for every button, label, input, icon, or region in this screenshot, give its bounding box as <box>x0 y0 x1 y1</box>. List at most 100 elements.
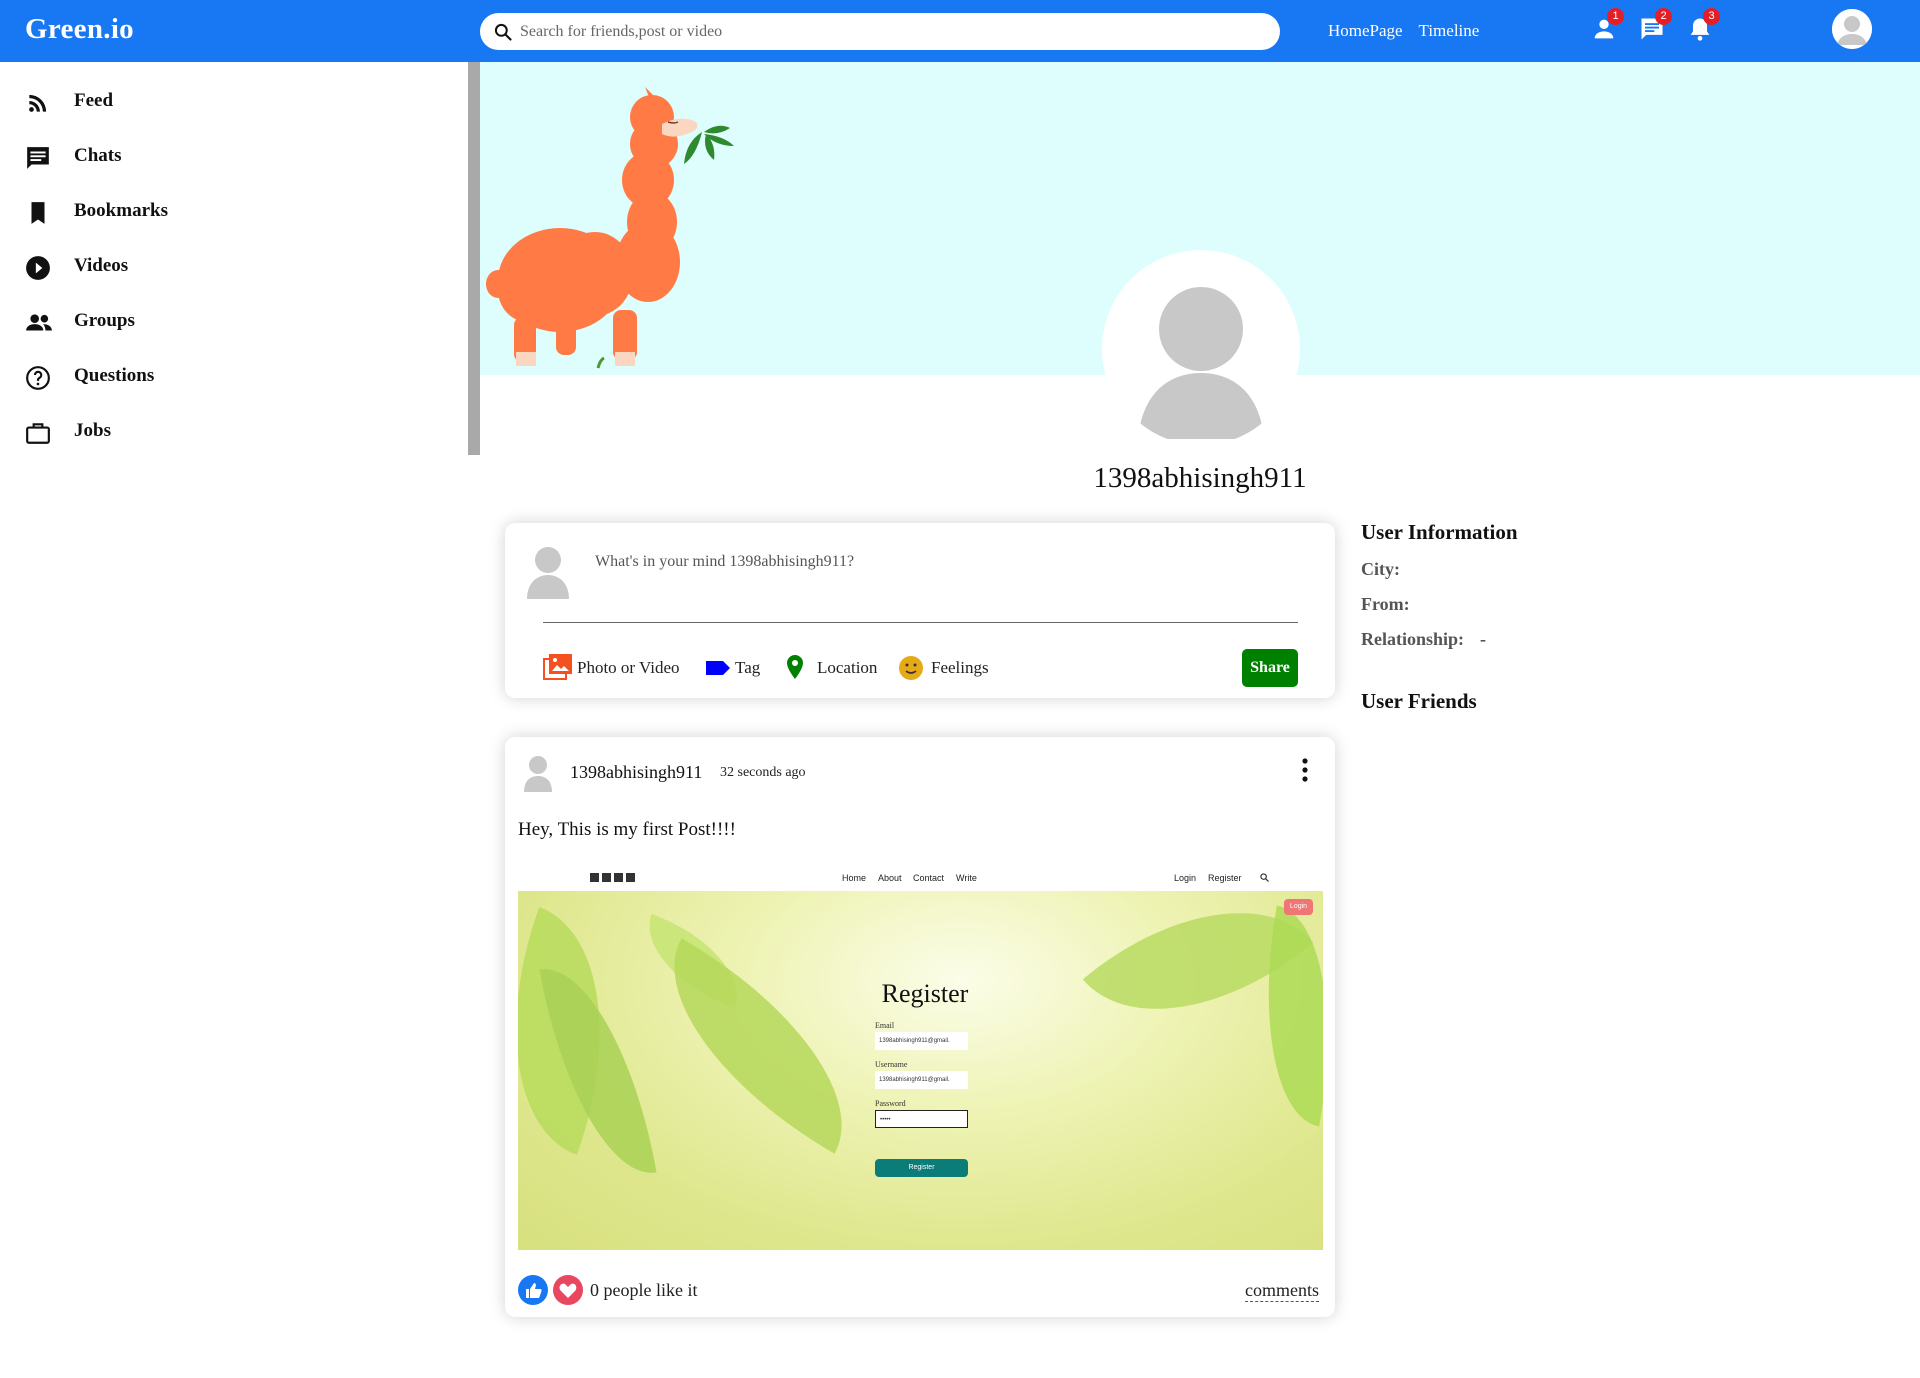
image-nav-write: Write <box>956 873 977 883</box>
search-bar[interactable] <box>480 13 1280 50</box>
photo-icon <box>543 654 572 680</box>
image-password-field: ••••• <box>875 1110 968 1128</box>
search-icon <box>494 23 512 41</box>
llama-illustration <box>486 87 734 369</box>
from-row: From: <box>1361 594 1761 616</box>
emoji-icon <box>899 656 923 680</box>
sidebar-item-groups[interactable]: Groups <box>25 302 325 342</box>
group-icon <box>26 314 52 331</box>
search-icon <box>1260 873 1269 882</box>
friend-requests-badge: 1 <box>1607 8 1624 25</box>
image-background: Login Register Email 1398abhisingh911@gm… <box>518 891 1323 1250</box>
post-username[interactable]: 1398abhisingh911 <box>570 762 702 783</box>
top-links: HomePage Timeline <box>1328 21 1491 41</box>
sidebar-item-videos[interactable]: Videos <box>25 247 325 287</box>
play-circle-icon <box>26 256 50 280</box>
help-circle-icon <box>26 366 50 390</box>
post-timestamp: 32 seconds ago <box>720 765 806 780</box>
label-icon <box>706 661 730 675</box>
sidebar-item-chats[interactable]: Chats <box>25 137 325 177</box>
notifications-button[interactable]: 3 <box>1686 8 1720 45</box>
share-box: What's in your mind 1398abhisingh911? Ph… <box>505 523 1335 698</box>
sidebar-item-questions[interactable]: Questions <box>25 357 325 397</box>
image-navbar: Home About Contact Write Login Register <box>518 866 1323 891</box>
image-nav-contact: Contact <box>913 873 945 883</box>
search-input[interactable] <box>520 13 1260 50</box>
image-register-button: Register <box>875 1159 968 1177</box>
chat-icon <box>27 147 49 169</box>
sidebar-item-jobs[interactable]: Jobs <box>25 412 325 452</box>
user-info-title: User Information <box>1361 520 1518 544</box>
sidebar-item-label: Videos <box>74 255 129 276</box>
relationship-label: Relationship: <box>1361 629 1465 649</box>
sidebar-item-label: Jobs <box>74 420 111 441</box>
option-label: Location <box>817 658 878 677</box>
more-options-icon[interactable] <box>1300 757 1310 783</box>
user-avatar[interactable] <box>1832 9 1872 49</box>
image-nav-about: About <box>878 873 902 883</box>
image-login-button: Login <box>1284 899 1313 915</box>
default-avatar-icon <box>524 756 552 792</box>
from-label: From: <box>1361 594 1410 614</box>
default-avatar-icon <box>527 547 569 599</box>
notifications-badge: 3 <box>1703 8 1720 25</box>
rss-feed-icon <box>29 94 47 112</box>
divider <box>543 622 1298 623</box>
image-username-label: Username <box>875 1060 908 1069</box>
profile-picture[interactable] <box>1102 250 1300 448</box>
sidebar-item-label: Bookmarks <box>74 200 168 221</box>
share-button[interactable]: Share <box>1242 649 1298 687</box>
image-nav-register: Register <box>1208 873 1242 883</box>
sidebar: Feed Chats Bookmarks Videos Groups Quest… <box>0 62 480 455</box>
tag-option[interactable]: Tag <box>705 653 765 683</box>
city-row: City: <box>1361 559 1761 581</box>
sidebar-item-label: Feed <box>74 90 114 111</box>
image-email-label: Email <box>875 1021 895 1030</box>
profile-username: 1398abhisingh911 <box>1093 462 1307 494</box>
relationship-row: Relationship: - <box>1361 629 1761 651</box>
friend-requests-button[interactable]: 1 <box>1590 8 1624 45</box>
default-avatar-icon <box>1105 253 1297 445</box>
sidebar-item-label: Questions <box>74 365 155 386</box>
sidebar-item-label: Groups <box>74 310 135 331</box>
user-friends-title: User Friends <box>1361 689 1477 713</box>
messages-button[interactable]: 2 <box>1638 8 1672 45</box>
social-icons <box>590 873 636 885</box>
share-input[interactable]: What's in your mind 1398abhisingh911? <box>595 553 1195 571</box>
user-info-panel: User Information City: From: Relationshi… <box>1361 520 1761 714</box>
app-logo[interactable]: Green.io <box>25 13 134 46</box>
image-username-field: 1398abhisingh911@gmail. <box>875 1071 968 1089</box>
sidebar-item-label: Chats <box>74 145 122 166</box>
image-register-title: Register <box>881 979 969 1008</box>
option-label: Tag <box>735 658 761 677</box>
top-bar: Green.io HomePage Timeline 1 2 3 <box>0 0 1920 62</box>
option-label: Photo or Video <box>577 658 680 677</box>
sidebar-item-bookmarks[interactable]: Bookmarks <box>25 192 325 232</box>
image-password-label: Password <box>875 1099 906 1108</box>
homepage-link[interactable]: HomePage <box>1328 21 1403 40</box>
location-option[interactable]: Location <box>783 653 883 683</box>
bookmark-icon <box>31 202 45 224</box>
location-pin-icon <box>787 655 803 679</box>
relationship-value: - <box>1480 629 1487 649</box>
image-nav-login: Login <box>1174 873 1197 883</box>
sidebar-scrollbar[interactable] <box>468 62 480 455</box>
default-avatar-icon <box>1832 9 1872 49</box>
post-card: 1398abhisingh911 32 seconds ago Hey, Thi… <box>505 737 1335 1317</box>
post-text: Hey, This is my first Post!!!! <box>518 819 736 840</box>
feelings-option[interactable]: Feelings <box>897 653 997 683</box>
city-label: City: <box>1361 559 1400 579</box>
messages-badge: 2 <box>1655 8 1672 25</box>
heart-icon[interactable] <box>553 1275 583 1305</box>
photo-video-option[interactable]: Photo or Video <box>543 653 683 683</box>
post-image[interactable]: Home About Contact Write Login Register … <box>518 866 1323 1250</box>
image-nav-home: Home <box>842 873 867 883</box>
timeline-link[interactable]: Timeline <box>1419 21 1480 40</box>
image-email-field: 1398abhisingh911@gmail. <box>875 1032 968 1050</box>
sidebar-item-feed[interactable]: Feed <box>25 82 325 122</box>
briefcase-icon <box>26 423 50 444</box>
like-icon[interactable] <box>518 1275 548 1305</box>
option-label: Feelings <box>931 658 989 677</box>
like-count: 0 people like it <box>590 1280 698 1300</box>
comments-link[interactable]: comments <box>1245 1280 1319 1302</box>
